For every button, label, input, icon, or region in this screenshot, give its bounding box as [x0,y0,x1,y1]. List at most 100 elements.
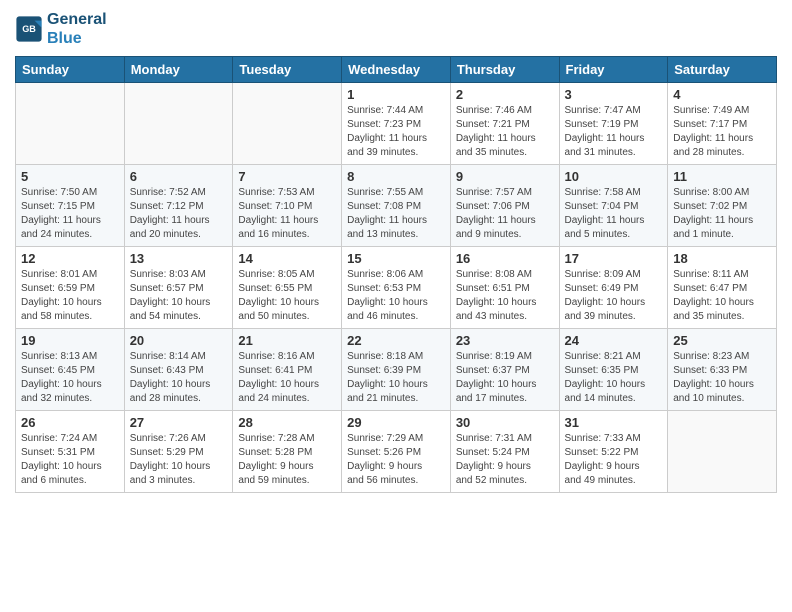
day-number: 28 [238,415,336,430]
calendar-table: SundayMondayTuesdayWednesdayThursdayFrid… [15,56,777,493]
day-number: 15 [347,251,445,266]
day-number: 14 [238,251,336,266]
day-info: Sunrise: 7:50 AM Sunset: 7:15 PM Dayligh… [21,186,119,242]
weekday-header-friday: Friday [559,57,668,83]
day-info: Sunrise: 7:57 AM Sunset: 7:06 PM Dayligh… [456,186,554,242]
day-number: 18 [673,251,771,266]
day-number: 1 [347,87,445,102]
day-info: Sunrise: 7:47 AM Sunset: 7:19 PM Dayligh… [565,104,663,160]
weekday-header-monday: Monday [124,57,233,83]
logo-text: General Blue [47,10,107,48]
calendar-cell: 8Sunrise: 7:55 AM Sunset: 7:08 PM Daylig… [342,165,451,247]
day-info: Sunrise: 8:05 AM Sunset: 6:55 PM Dayligh… [238,268,336,324]
day-number: 3 [565,87,663,102]
calendar-cell: 16Sunrise: 8:08 AM Sunset: 6:51 PM Dayli… [450,247,559,329]
header: GB General Blue [15,10,777,48]
calendar-cell: 6 Sunrise: 7:52 AM Sunset: 7:12 PM Daylig… [124,165,233,247]
day-info: Sunrise: 7:31 AM Sunset: 5:24 PM Dayligh… [456,432,554,488]
calendar-cell [124,83,233,165]
day-info: Sunrise: 8:09 AM Sunset: 6:49 PM Dayligh… [565,268,663,324]
week-row-1: 1 Sunrise: 7:44 AM Sunset: 7:23 PM Daylig… [16,83,777,165]
day-info: Sunrise: 8:21 AM Sunset: 6:35 PM Dayligh… [565,350,663,406]
day-info: Sunrise: 7:29 AM Sunset: 5:26 PM Dayligh… [347,432,445,488]
weekday-header-saturday: Saturday [668,57,777,83]
calendar-cell: 30 Sunrise: 7:31 AM Sunset: 5:24 PM Dayli… [450,411,559,493]
calendar-cell: 18 Sunrise: 8:11 AM Sunset: 6:47 PM Dayli… [668,247,777,329]
calendar-cell: 2 Sunrise: 7:46 AM Sunset: 7:21 PM Daylig… [450,83,559,165]
day-number: 4 [673,87,771,102]
day-info: Sunrise: 8:14 AM Sunset: 6:43 PM Dayligh… [130,350,228,406]
weekday-header-sunday: Sunday [16,57,125,83]
weekday-header-wednesday: Wednesday [342,57,451,83]
calendar-cell: 1 Sunrise: 7:44 AM Sunset: 7:23 PM Daylig… [342,83,451,165]
calendar-cell: 27 Sunrise: 7:26 AM Sunset: 5:29 PM Dayli… [124,411,233,493]
calendar-cell: 10Sunrise: 7:58 AM Sunset: 7:04 PM Dayli… [559,165,668,247]
day-number: 21 [238,333,336,348]
calendar-cell: 21 Sunrise: 8:16 AM Sunset: 6:41 PM Dayli… [233,329,342,411]
day-number: 5 [21,169,119,184]
weekday-header-tuesday: Tuesday [233,57,342,83]
calendar-cell: 23 Sunrise: 8:19 AM Sunset: 6:37 PM Dayli… [450,329,559,411]
day-number: 11 [673,169,771,184]
day-number: 19 [21,333,119,348]
calendar-cell: 17 Sunrise: 8:09 AM Sunset: 6:49 PM Dayli… [559,247,668,329]
day-number: 27 [130,415,228,430]
day-number: 25 [673,333,771,348]
day-number: 17 [565,251,663,266]
calendar-cell: 24Sunrise: 8:21 AM Sunset: 6:35 PM Dayli… [559,329,668,411]
day-info: Sunrise: 7:26 AM Sunset: 5:29 PM Dayligh… [130,432,228,488]
calendar-cell [668,411,777,493]
calendar-cell: 11 Sunrise: 8:00 AM Sunset: 7:02 PM Dayli… [668,165,777,247]
day-info: Sunrise: 8:00 AM Sunset: 7:02 PM Dayligh… [673,186,771,242]
week-row-5: 26 Sunrise: 7:24 AM Sunset: 5:31 PM Dayli… [16,411,777,493]
day-info: Sunrise: 7:33 AM Sunset: 5:22 PM Dayligh… [565,432,663,488]
calendar-cell: 25 Sunrise: 8:23 AM Sunset: 6:33 PM Dayli… [668,329,777,411]
day-info: Sunrise: 7:46 AM Sunset: 7:21 PM Dayligh… [456,104,554,160]
day-number: 7 [238,169,336,184]
day-number: 23 [456,333,554,348]
day-number: 26 [21,415,119,430]
logo-icon: GB [15,15,43,43]
calendar-cell [16,83,125,165]
calendar-cell: 3 Sunrise: 7:47 AM Sunset: 7:19 PM Daylig… [559,83,668,165]
calendar-cell: 9Sunrise: 7:57 AM Sunset: 7:06 PM Daylig… [450,165,559,247]
day-number: 12 [21,251,119,266]
weekday-header-row: SundayMondayTuesdayWednesdayThursdayFrid… [16,57,777,83]
day-info: Sunrise: 8:11 AM Sunset: 6:47 PM Dayligh… [673,268,771,324]
day-number: 2 [456,87,554,102]
calendar-cell [233,83,342,165]
day-info: Sunrise: 7:53 AM Sunset: 7:10 PM Dayligh… [238,186,336,242]
day-info: Sunrise: 8:08 AM Sunset: 6:51 PM Dayligh… [456,268,554,324]
week-row-2: 5 Sunrise: 7:50 AM Sunset: 7:15 PM Daylig… [16,165,777,247]
day-number: 13 [130,251,228,266]
day-info: Sunrise: 8:06 AM Sunset: 6:53 PM Dayligh… [347,268,445,324]
calendar-cell: 19 Sunrise: 8:13 AM Sunset: 6:45 PM Dayli… [16,329,125,411]
calendar-cell: 15 Sunrise: 8:06 AM Sunset: 6:53 PM Dayli… [342,247,451,329]
day-info: Sunrise: 8:23 AM Sunset: 6:33 PM Dayligh… [673,350,771,406]
day-number: 8 [347,169,445,184]
day-number: 20 [130,333,228,348]
day-number: 22 [347,333,445,348]
calendar-cell: 7 Sunrise: 7:53 AM Sunset: 7:10 PM Daylig… [233,165,342,247]
day-info: Sunrise: 7:44 AM Sunset: 7:23 PM Dayligh… [347,104,445,160]
calendar-cell: 5 Sunrise: 7:50 AM Sunset: 7:15 PM Daylig… [16,165,125,247]
calendar-cell: 26 Sunrise: 7:24 AM Sunset: 5:31 PM Dayli… [16,411,125,493]
calendar-cell: 4Sunrise: 7:49 AM Sunset: 7:17 PM Daylig… [668,83,777,165]
weekday-header-thursday: Thursday [450,57,559,83]
calendar-container: GB General Blue SundayMondayTuesdayWedne… [0,0,792,498]
calendar-cell: 29Sunrise: 7:29 AM Sunset: 5:26 PM Dayli… [342,411,451,493]
day-info: Sunrise: 8:19 AM Sunset: 6:37 PM Dayligh… [456,350,554,406]
calendar-cell: 31 Sunrise: 7:33 AM Sunset: 5:22 PM Dayli… [559,411,668,493]
calendar-cell: 13Sunrise: 8:03 AM Sunset: 6:57 PM Dayli… [124,247,233,329]
day-number: 10 [565,169,663,184]
calendar-cell: 28Sunrise: 7:28 AM Sunset: 5:28 PM Dayli… [233,411,342,493]
day-number: 30 [456,415,554,430]
day-info: Sunrise: 8:13 AM Sunset: 6:45 PM Dayligh… [21,350,119,406]
day-info: Sunrise: 7:24 AM Sunset: 5:31 PM Dayligh… [21,432,119,488]
day-info: Sunrise: 8:16 AM Sunset: 6:41 PM Dayligh… [238,350,336,406]
day-number: 31 [565,415,663,430]
day-info: Sunrise: 8:01 AM Sunset: 6:59 PM Dayligh… [21,268,119,324]
day-info: Sunrise: 7:52 AM Sunset: 7:12 PM Dayligh… [130,186,228,242]
week-row-4: 19 Sunrise: 8:13 AM Sunset: 6:45 PM Dayli… [16,329,777,411]
day-number: 6 [130,169,228,184]
